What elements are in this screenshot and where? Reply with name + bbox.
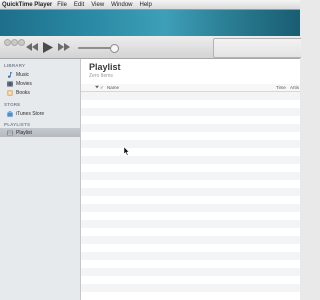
play-icon[interactable] [43,41,53,53]
sidebar-item-label: Music [16,71,30,78]
sidebar-item-playlist[interactable]: Playlist [0,128,80,137]
playlist-icon [7,130,13,136]
menu-edit[interactable]: Edit [74,2,84,8]
menu-bar: QuickTime Player File Edit View Window H… [0,0,300,10]
playlist-view: Playlist Zero Items ✓ Name Time Artis [81,59,300,300]
volume-slider-knob[interactable] [110,44,119,53]
column-name[interactable]: Name [107,85,119,90]
track-list[interactable] [81,92,300,300]
column-artist[interactable]: Artis [290,85,299,90]
sidebar-item-books[interactable]: Books [0,88,80,97]
itunes-window: LIBRARY Music Movies Books STORE iTunes … [0,36,301,300]
rewind-icon[interactable] [26,43,38,51]
menu-window[interactable]: Window [111,2,132,8]
store-icon [7,110,13,117]
menu-file[interactable]: File [57,2,67,8]
toolbar [0,36,301,59]
sidebar-heading-playlists: PLAYLISTS [4,122,31,127]
menu-view[interactable]: View [91,2,104,8]
sidebar-heading-store: STORE [4,102,21,107]
transport-controls [26,41,70,53]
mouse-cursor-icon [123,143,130,161]
minimize-window-button[interactable] [11,39,18,46]
fast-forward-icon[interactable] [58,43,70,51]
sidebar-item-label: Books [16,89,30,96]
sidebar: LIBRARY Music Movies Books STORE iTunes … [0,59,81,300]
sidebar-item-movies[interactable]: Movies [0,79,80,88]
zoom-window-button[interactable] [18,39,25,46]
sidebar-item-music[interactable]: Music [0,70,80,79]
status-display [213,38,301,58]
sidebar-heading-library: LIBRARY [4,63,26,68]
sidebar-item-label: Playlist [16,129,32,136]
close-window-button[interactable] [4,39,11,46]
sidebar-item-label: iTunes Store [16,110,45,117]
film-icon [7,81,13,87]
menu-app-name[interactable]: QuickTime Player [2,2,52,8]
item-count: Zero Items [89,73,113,79]
column-time[interactable]: Time [276,85,286,90]
sidebar-item-label: Movies [16,80,32,87]
book-icon [7,90,13,96]
music-note-icon [7,71,13,78]
sidebar-item-itunes-store[interactable]: iTunes Store [0,109,80,118]
page-title: Playlist [89,62,121,72]
column-header: ✓ Name Time Artis [81,84,300,92]
menu-help[interactable]: Help [140,2,152,8]
volume-slider[interactable] [78,47,114,49]
sort-indicator-icon[interactable] [95,85,99,90]
column-check[interactable]: ✓ [100,85,104,91]
